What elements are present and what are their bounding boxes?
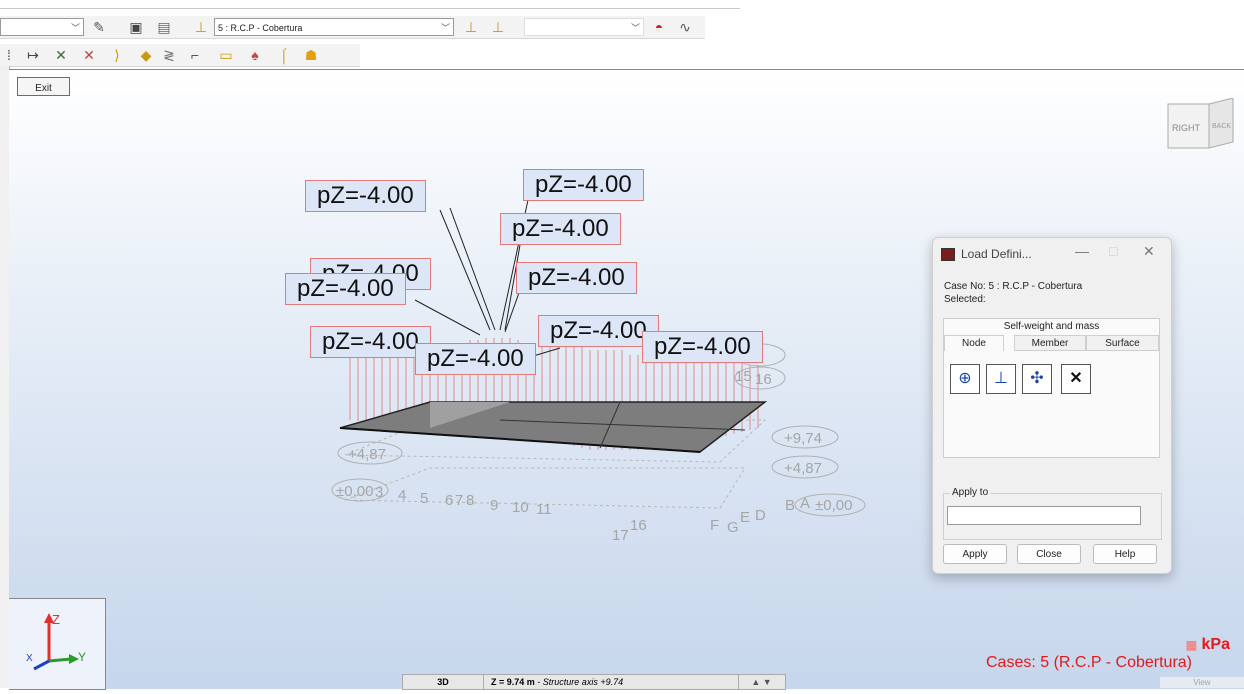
load-label: pZ=-4.00 [285,273,406,305]
grid-label-4: 4 [398,487,406,504]
level-label-3: +4,87 [348,446,386,463]
grid-label-6: 6 [445,492,453,509]
close-button[interactable]: Close [1017,544,1081,564]
grid-label-9: 9 [490,497,498,514]
apply-button[interactable]: Apply [943,544,1007,564]
load-label: pZ=-4.00 [516,262,637,294]
level-label-1: +9,74 [784,430,822,447]
nodal-force-icon[interactable]: ⊕ [950,364,980,394]
grid-label-E: E [740,509,750,526]
load-label: pZ=-4.00 [305,180,426,212]
load-label: pZ=-4.00 [538,315,659,347]
tab-member[interactable]: Member [1014,335,1086,351]
z-description: - Structure axis +9.74 [537,677,624,687]
load-label: pZ=-4.00 [523,169,644,201]
grid-label-11: 11 [536,501,552,518]
level-label-5: ±0,00 [815,497,852,514]
nodal-mass-icon[interactable]: ✣ [1022,364,1052,394]
grid-label-5: 5 [420,490,428,507]
load-label: pZ=-4.00 [415,343,536,375]
tab-self-weight[interactable]: Self-weight and mass [944,319,1159,335]
grid-label-8: 8 [466,492,474,509]
top-slab [339,401,768,453]
triad-x-label: X [26,653,33,664]
grid-label-G: G [727,519,739,536]
arrow-down-icon[interactable]: ▼ [763,677,772,687]
grid-label-15-top: 15 [735,368,752,385]
view-cube[interactable]: RIGHT BACK [1165,98,1235,156]
help-button[interactable]: Help [1093,544,1157,564]
load-label: pZ=-4.00 [500,213,621,245]
apply-to-input[interactable] [947,506,1141,525]
axis-triad: Z Y X [9,598,106,690]
delete-icon[interactable]: ✕ [1061,364,1091,394]
arrow-up-icon[interactable]: ▲ [751,677,760,687]
cases-label: Cases: 5 (R.C.P - Cobertura) [986,654,1192,671]
cube-right-face: RIGHT [1172,123,1201,133]
grid-label-17: 17 [612,527,629,544]
z-value: Z = 9.74 m [491,677,535,687]
maximize-icon[interactable]: □ [1109,243,1117,259]
tab-node[interactable]: Node [944,335,1004,351]
minimize-icon[interactable]: — [1075,243,1089,259]
triad-z-label: Z [52,612,60,627]
dialog-app-icon [941,248,955,261]
unit-icon: ▦ [1185,638,1198,652]
grid-label-F: F [710,517,719,534]
dialog-title: Load Defini... [961,247,1032,261]
grid-label-B: B [785,497,795,514]
grid-label-16: 16 [630,517,647,534]
apply-to-label: Apply to [950,487,991,498]
unit-value: kPa [1201,636,1230,653]
load-definition-dialog: Load Defini... — □ ✕ Case No: 5 : R.C.P … [932,237,1172,574]
unit-label: ▦ kPa [1186,636,1230,654]
grid-label-7: 7 [455,492,463,509]
tab-surface[interactable]: Surface [1086,335,1159,351]
grid-label-16-top: 16 [755,371,772,388]
load-label: pZ=-4.00 [642,331,763,363]
cube-back-face: BACK [1212,123,1231,130]
case-info: Case No: 5 : R.C.P - Cobertura [944,281,1083,292]
grid-label-3: 3 [375,484,383,501]
nodal-displacement-icon[interactable]: ⊥ [986,364,1016,394]
level-label-4: ±0,00 [336,483,373,500]
level-arrows[interactable]: ▲ ▼ [738,675,784,689]
grid-label-D: D [755,507,766,524]
grid-label-10: 10 [512,499,529,516]
selected-label: Selected: [944,294,986,305]
view-button[interactable]: View [1160,677,1244,688]
load-label: pZ=-4.00 [310,326,431,358]
triad-y-label: Y [78,650,86,664]
view-mode[interactable]: 3D [403,675,484,689]
level-label-2: +4,87 [784,460,822,477]
grid-label-A: A [800,495,810,512]
close-icon[interactable]: ✕ [1143,243,1155,260]
